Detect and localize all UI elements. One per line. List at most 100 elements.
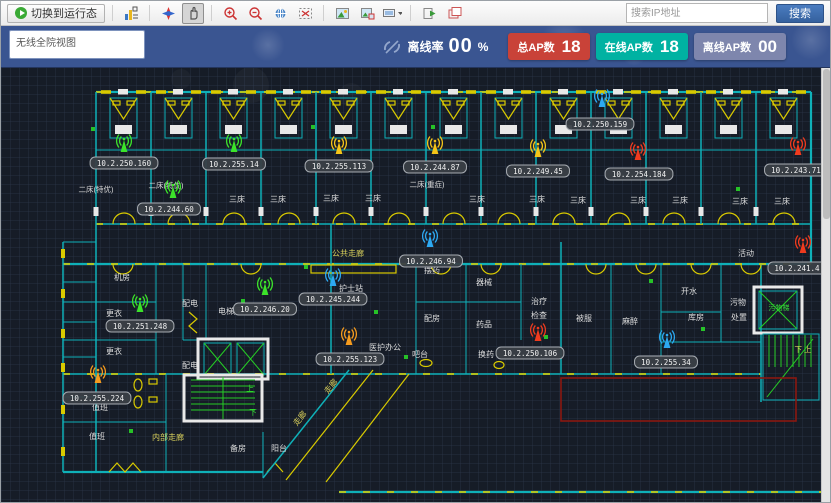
zoom-in-icon[interactable]: [219, 3, 241, 24]
layers-dropdown-icon[interactable]: [381, 3, 403, 24]
room-label: 治疗: [531, 296, 547, 306]
decorative-bokeh: [339, 83, 363, 107]
image-edit-icon[interactable]: [356, 3, 378, 24]
room-label: 内部走廊: [152, 432, 184, 442]
ap-marker[interactable]: 10.2.246.20: [234, 278, 297, 316]
wifi-ap-icon: [117, 135, 132, 153]
ap-ip-label: 10.2.254.184: [612, 170, 667, 179]
room-label: 三床: [529, 194, 545, 204]
ap-ip-label: 10.2.249.45: [513, 167, 563, 176]
zoom-out-icon[interactable]: [244, 3, 266, 24]
room-label: 上: [246, 384, 254, 393]
wifi-ap-icon: [133, 295, 148, 313]
room-label: 三床: [229, 194, 245, 204]
ap-marker[interactable]: 10.2.249.45: [507, 140, 570, 178]
room-label: 更衣: [106, 346, 122, 356]
room-label: 备房: [230, 443, 246, 453]
ap-marker[interactable]: 10.2.255.224: [63, 366, 131, 405]
export-icon[interactable]: [418, 3, 440, 24]
room-label: 更衣: [106, 308, 122, 318]
room-label: 医护办公: [369, 342, 401, 352]
wifi-ap-icon: [531, 140, 546, 158]
room-label: 活动: [738, 248, 754, 258]
ap-marker[interactable]: 10.2.246.94: [400, 230, 463, 268]
header-band: 无线全院视图 离线率 00 % 总AP数 18 在线AP数 18: [1, 26, 830, 68]
online-ap-value: 18: [660, 37, 679, 57]
offline-rate-label: 离线率: [407, 38, 443, 55]
ap-ip-label: 10.2.255.34: [641, 358, 691, 367]
room-label: 值班: [89, 431, 105, 441]
ap-marker[interactable]: 10.2.244.60: [138, 181, 201, 216]
wifi-ap-icon: [342, 328, 357, 346]
online-ap-label: 在线AP数: [605, 39, 653, 55]
ap-marker[interactable]: 10.2.250.160: [90, 135, 158, 170]
toolbar-separator: [211, 5, 212, 21]
ap-marker[interactable]: 10.2.254.184: [605, 143, 673, 181]
wifi-ap-icon: [796, 236, 811, 254]
ap-marker[interactable]: 10.2.255.34: [635, 331, 698, 369]
switch-mode-button[interactable]: 切换到运行态: [7, 4, 105, 23]
room-label: 走廊: [322, 377, 340, 396]
compass-icon[interactable]: [157, 3, 179, 24]
patient-room: [369, 89, 427, 224]
pan-tool-icon[interactable]: [182, 3, 204, 24]
total-ap-badge: 总AP数 18: [508, 33, 589, 60]
room-label: 护士站: [339, 283, 363, 293]
room-label: 三床: [672, 195, 688, 205]
zoom-world-icon[interactable]: [269, 3, 291, 24]
toolbar-separator: [149, 5, 150, 21]
toolbar-separator: [323, 5, 324, 21]
room-label: 开水: [681, 286, 697, 296]
vertical-scrollbar[interactable]: [821, 67, 830, 503]
patient-room: [479, 89, 537, 224]
room-label: 三床: [469, 194, 485, 204]
offline-ap-label: 离线AP数: [703, 39, 751, 55]
search-button[interactable]: 搜索: [776, 4, 824, 23]
switch-mode-label: 切换到运行态: [31, 5, 97, 21]
wifi-ap-icon: [660, 331, 675, 349]
total-ap-value: 18: [562, 37, 581, 57]
ap-marker[interactable]: 10.2.244.87: [404, 137, 467, 174]
scrollbar-thumb[interactable]: [823, 69, 830, 219]
patient-room-modules: [94, 89, 812, 224]
room-label: 三床: [774, 196, 790, 206]
room-label: 三床: [732, 196, 748, 206]
ap-ip-label: 10.2.251.248: [113, 322, 168, 331]
ap-markers-layer: 10.2.250.160 10.2.244.60 10.2.255.14 10.2.2…: [63, 90, 823, 405]
ap-ip-label: 10.2.243.71: [771, 166, 821, 175]
ap-marker[interactable]: 10.2.255.14: [203, 135, 266, 171]
ip-search-input[interactable]: [626, 3, 768, 23]
wifi-ap-icon: [631, 143, 646, 161]
view-selector[interactable]: 无线全院视图: [9, 30, 145, 59]
room-label: 器械: [476, 277, 492, 287]
ap-ip-label: 10.2.244.87: [410, 163, 460, 172]
image-icon[interactable]: [331, 3, 353, 24]
ap-ip-label: 10.2.250.106: [503, 349, 558, 358]
toolbar: 切换到运行态: [1, 1, 830, 26]
wifi-ap-icon: [791, 138, 806, 156]
ap-marker[interactable]: 10.2.250.106: [496, 324, 564, 360]
header-stats: 离线率 00 % 总AP数 18 在线AP数 18 离线AP数 00: [382, 26, 786, 67]
chart-icon[interactable]: [120, 3, 142, 24]
zoom-extents-icon[interactable]: [294, 3, 316, 24]
wifi-ap-icon: [428, 137, 443, 155]
patient-room: [259, 89, 317, 224]
ap-marker[interactable]: 10.2.250.159: [566, 90, 634, 131]
ap-marker[interactable]: 10.2.243.71: [765, 138, 823, 177]
ap-marker[interactable]: 10.2.241.4: [768, 236, 823, 275]
ap-ip-label: 10.2.250.159: [573, 120, 627, 129]
new-window-icon[interactable]: [443, 3, 465, 24]
wifi-ap-icon: [531, 324, 546, 342]
room-label: 药品: [476, 319, 492, 329]
room-label: 三床: [323, 193, 339, 203]
room-label: 污物: [730, 297, 746, 307]
room-label: 配电: [182, 298, 198, 308]
offline-ap-value: 00: [758, 37, 777, 57]
floorplan-canvas[interactable]: 二床(特优)二床(特优)三床三床三床三床二床(重症)三床三床三床三床三床三床三床…: [1, 67, 823, 503]
room-label: 三床: [270, 194, 286, 204]
toolbar-separator: [112, 5, 113, 21]
offline-rate-unit: %: [478, 40, 489, 54]
ap-ip-label: 10.2.244.60: [144, 205, 194, 214]
floorplan-walls: [61, 92, 823, 492]
wifi-ap-icon: [332, 137, 347, 155]
